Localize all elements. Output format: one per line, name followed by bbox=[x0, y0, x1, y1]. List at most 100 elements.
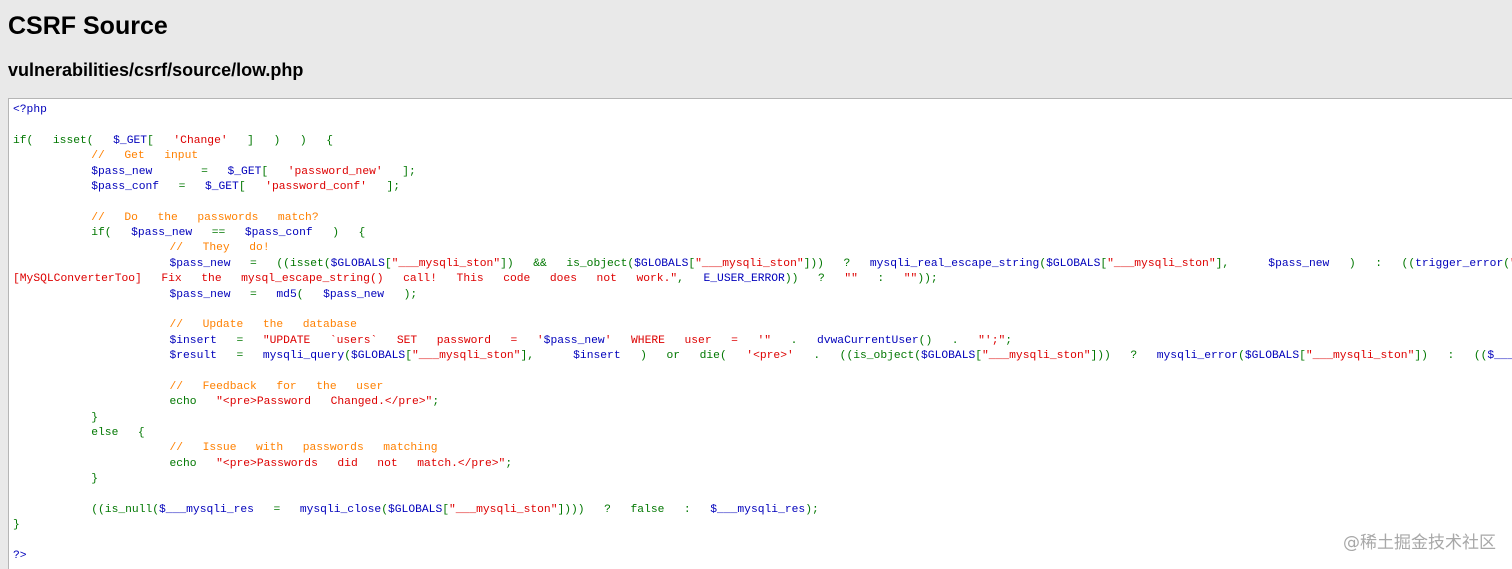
code-token: : bbox=[857, 273, 904, 286]
code-token: ((is_null( bbox=[13, 503, 160, 516]
code-token: $_GET bbox=[113, 134, 148, 147]
code-token: $___mysqli_res bbox=[1487, 350, 1512, 362]
code-token: ( bbox=[344, 350, 351, 362]
code-token: if( bbox=[13, 227, 132, 239]
code-token: = bbox=[250, 288, 277, 301]
code-token: <?php bbox=[13, 104, 47, 116]
code-token: "___mysqli_ston" bbox=[1305, 350, 1415, 362]
code-token: dvwaCurrentUser bbox=[816, 334, 919, 347]
code-token: $pass_conf bbox=[91, 180, 179, 193]
code-token: $_GET bbox=[227, 165, 262, 178]
site-watermark: @稀土掘金技术社区 bbox=[1343, 533, 1496, 553]
code-token: mysqli_query bbox=[262, 350, 345, 362]
code-token: ] ) ) { bbox=[227, 134, 333, 147]
code-token: $_GET bbox=[204, 180, 239, 193]
code-token: [ bbox=[975, 350, 983, 362]
code-line: $pass_new = ((isset($GLOBALS["___mysqli_… bbox=[13, 257, 1512, 272]
code-line: if( $pass_new == $pass_conf ) { bbox=[13, 226, 1512, 241]
code-token: ]) : (( bbox=[1414, 350, 1488, 362]
code-token: = bbox=[178, 180, 205, 193]
code-token: ) : (( bbox=[1348, 257, 1416, 270]
code-token: = bbox=[273, 503, 300, 516]
source-file-path: vulnerabilities/csrf/source/low.php bbox=[8, 60, 304, 80]
code-line: $result = mysqli_query($GLOBALS["___mysq… bbox=[13, 349, 1512, 364]
code-line: // Feedback for the user bbox=[13, 380, 1512, 395]
code-token: ); bbox=[805, 503, 819, 516]
code-token: ], bbox=[1215, 257, 1269, 270]
source-code-panel[interactable]: <?php if( isset( $_GET[ 'Change' ] ) ) {… bbox=[8, 98, 1512, 569]
code-token: "___mysqli_ston" bbox=[1107, 257, 1216, 270]
php-source-code: <?php if( isset( $_GET[ 'Change' ] ) ) {… bbox=[13, 103, 1512, 564]
code-token: "" bbox=[844, 273, 858, 286]
code-token: $pass_new bbox=[91, 165, 182, 178]
code-line: // Get input bbox=[13, 149, 1512, 164]
code-token: "<pre>Password Changed.</pre>" bbox=[216, 396, 433, 409]
code-token: ' WHERE user = '" bbox=[604, 334, 772, 347]
code-token: $___mysqli_res bbox=[710, 503, 806, 516]
code-token: "___mysqli_ston" bbox=[982, 350, 1091, 362]
code-token: = bbox=[236, 350, 263, 362]
code-token: == bbox=[211, 227, 245, 239]
code-token: // Update the database bbox=[169, 319, 357, 332]
code-token: 'password_conf' bbox=[265, 180, 367, 193]
code-token: [MySQLConverterToo] Fix the mysql_escape… bbox=[13, 273, 678, 286]
code-token: "UPDATE `users` SET password = ' bbox=[262, 334, 544, 347]
code-line: } bbox=[13, 411, 1512, 426]
code-token: $pass_new bbox=[131, 227, 212, 239]
code-token: // Feedback for the user bbox=[169, 380, 384, 393]
code-token: } bbox=[13, 473, 99, 485]
code-token: ; bbox=[432, 396, 440, 409]
code-token: [ bbox=[147, 134, 174, 147]
code-token: ]; bbox=[366, 180, 401, 193]
code-token: ]) && is_object( bbox=[500, 257, 635, 270]
code-token: = ((isset( bbox=[250, 257, 331, 270]
code-token: [ bbox=[1299, 350, 1306, 362]
code-token: ; bbox=[1005, 334, 1013, 347]
code-token: "___mysqli_ston" bbox=[391, 257, 501, 270]
code-line: // They do! bbox=[13, 241, 1512, 256]
code-token: ?> bbox=[13, 549, 27, 562]
page-title: CSRF Source bbox=[8, 12, 168, 40]
code-token: $GLOBALS bbox=[634, 257, 689, 270]
code-token: $pass_new bbox=[543, 334, 605, 347]
code-token: // Do the passwords match? bbox=[91, 211, 319, 224]
code-token: 'password_new' bbox=[287, 165, 383, 178]
code-token: $GLOBALS bbox=[350, 350, 406, 362]
code-token: ; bbox=[505, 457, 513, 470]
code-token: md5 bbox=[276, 288, 297, 301]
code-token: "___mysqli_ston" bbox=[695, 257, 804, 270]
code-token: $GLOBALS bbox=[1046, 257, 1101, 270]
code-token: } bbox=[13, 519, 20, 532]
code-token: } bbox=[13, 411, 99, 424]
code-token: )) ? bbox=[784, 273, 845, 286]
code-token: echo bbox=[13, 396, 217, 409]
code-line: $insert = "UPDATE `users` SET password =… bbox=[13, 334, 1512, 349]
code-token: '<pre>' bbox=[746, 350, 794, 362]
code-token: "" bbox=[903, 273, 918, 286]
code-token: mysqli_error bbox=[1156, 350, 1239, 362]
code-token: $pass_new bbox=[323, 288, 404, 301]
code-line: ((is_null($___mysqli_res = mysqli_close(… bbox=[13, 503, 1512, 518]
code-token: . ((is_object( bbox=[793, 350, 922, 362]
code-token: // They do! bbox=[169, 242, 270, 255]
code-token: () . bbox=[918, 334, 979, 347]
code-token: $pass_new bbox=[1268, 257, 1349, 270]
code-token: ( bbox=[1503, 257, 1511, 270]
code-token: $GLOBALS bbox=[330, 257, 385, 270]
code-token: = bbox=[181, 165, 228, 178]
code-token: ) or die( bbox=[640, 350, 747, 362]
code-token: mysqli_real_escape_string bbox=[869, 257, 1040, 270]
code-token: $insert bbox=[169, 334, 237, 347]
code-token: "___mysqli_ston" bbox=[411, 350, 521, 362]
code-token: $___mysqli_res bbox=[159, 503, 274, 516]
code-token: echo bbox=[13, 457, 217, 470]
code-token: ]))) ? false : bbox=[557, 503, 711, 516]
code-token: $GLOBALS bbox=[387, 503, 443, 516]
code-token: , bbox=[677, 273, 704, 286]
